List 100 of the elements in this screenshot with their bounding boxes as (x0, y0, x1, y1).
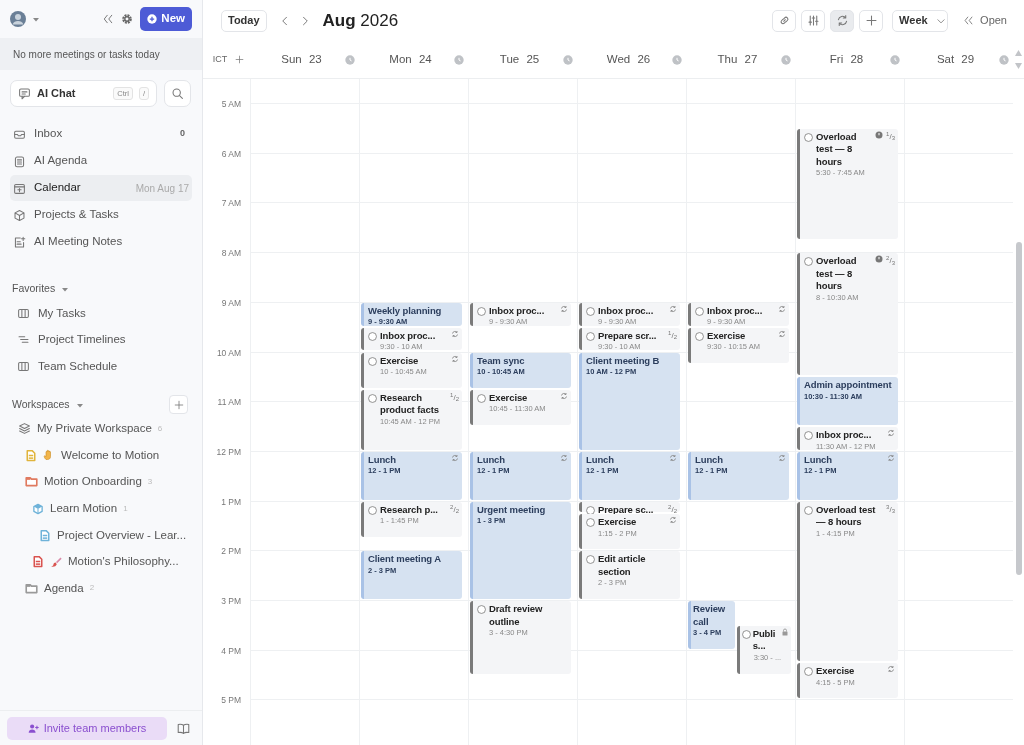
clock-icon[interactable] (781, 54, 791, 65)
scrollbar-thumb[interactable] (1016, 242, 1022, 575)
checkbox[interactable] (368, 356, 377, 366)
checkbox[interactable] (695, 306, 704, 316)
event-title: Lunch (804, 453, 833, 467)
tree-item[interactable]: Learn Motion 1 (0, 495, 202, 522)
hour-label: 4 PM (221, 644, 241, 658)
event-title: Edit article section (598, 553, 647, 579)
event-title: Client meeting B (586, 354, 661, 367)
layers-icon (18, 422, 31, 436)
checkbox[interactable] (804, 667, 813, 677)
checkbox[interactable] (368, 331, 377, 341)
sync-icon (835, 14, 849, 27)
hour-label: 5 PM (221, 694, 241, 708)
event-title: Inbox proc... (707, 304, 764, 318)
checkbox[interactable] (586, 518, 595, 527)
checkbox[interactable] (586, 331, 595, 341)
clock-icon[interactable] (999, 54, 1009, 65)
nav-item[interactable]: Calendar Mon Aug 17 (10, 175, 192, 201)
item-label: Agenda (44, 580, 84, 596)
checkbox[interactable] (741, 629, 751, 639)
checkbox[interactable] (477, 306, 486, 316)
expand-icon (963, 15, 975, 26)
nav-item[interactable]: Projects & Tasks (10, 202, 192, 228)
book-icon[interactable] (177, 722, 190, 735)
toolbar-button[interactable] (772, 9, 797, 32)
event-title: Inbox proc... (816, 429, 873, 442)
new-button[interactable]: New (140, 7, 192, 31)
clock-icon[interactable] (890, 54, 900, 65)
day-label: Sun 23 (280, 51, 323, 67)
checkbox[interactable] (804, 431, 813, 441)
clipboard-icon (13, 154, 26, 168)
event-title: Client meeting A (368, 553, 442, 566)
view-dropdown[interactable]: Week (892, 9, 949, 32)
checkbox[interactable] (804, 257, 813, 267)
settings-icon[interactable] (120, 12, 135, 26)
checkbox[interactable] (804, 132, 813, 142)
event-title: Lunch (695, 453, 724, 467)
scroll-up-icon[interactable] (1015, 50, 1022, 56)
nav-item[interactable]: AI Agenda (10, 148, 192, 174)
avatar[interactable] (10, 11, 26, 27)
chat-label: AI Chat (37, 86, 77, 102)
section-title: Workspaces (12, 396, 70, 412)
checkbox[interactable] (804, 505, 813, 515)
nav-item[interactable]: AI Meeting Notes (10, 229, 192, 255)
board-icon (17, 306, 30, 320)
checkbox[interactable] (477, 605, 486, 614)
event-title: Weekly planning (368, 304, 443, 318)
toolbar-button[interactable] (801, 9, 826, 32)
invite-button[interactable]: Invite team members (7, 717, 167, 740)
favorite-item[interactable]: Project Timelines (0, 326, 202, 353)
today-button[interactable]: Today (221, 9, 267, 32)
checkbox[interactable] (586, 505, 595, 515)
scroll-down-icon[interactable] (1015, 63, 1022, 69)
cube-icon (13, 208, 26, 222)
event-title: Lunch (477, 453, 506, 467)
nav-item[interactable]: Inbox 0 (10, 121, 192, 147)
checkbox[interactable] (586, 555, 595, 565)
checkbox[interactable] (368, 393, 377, 403)
progress-fraction: $^{3}$/$_{3}$ (886, 503, 895, 516)
toolbar-button[interactable] (830, 9, 855, 32)
checkbox[interactable] (695, 331, 704, 341)
progress-fraction: $^{2}$/$_{3}$ (886, 255, 895, 268)
day-label: Tue 25 (498, 51, 541, 67)
tree-item[interactable]: Motion's Philosophy... (0, 548, 202, 576)
checkbox[interactable] (477, 393, 486, 403)
search-button[interactable] (164, 80, 191, 107)
tree-item[interactable]: Welcome to Motion (0, 442, 202, 469)
event-title: Exercise (598, 516, 638, 529)
collapse-icon[interactable] (102, 13, 115, 25)
month-title: Aug 2026 (322, 9, 399, 32)
caret-icon[interactable] (32, 15, 40, 23)
event-title: Lunch (586, 453, 615, 467)
chat-icon (18, 87, 31, 100)
plus-icon (864, 14, 878, 27)
event-title: Exercise (816, 665, 856, 678)
timezone-label: ICT (212, 52, 228, 66)
progress-fraction: $^{1}$/$_{2}$ (450, 391, 459, 404)
item-label: Project Overview - Lear... (57, 527, 187, 543)
day-label: Thu 27 (716, 51, 759, 67)
favorite-item[interactable]: My Tasks (0, 300, 202, 327)
favorite-item[interactable]: Team Schedule (0, 353, 202, 380)
clock-icon[interactable] (454, 54, 464, 65)
checkbox[interactable] (586, 306, 595, 316)
event-title: Admin appointment (804, 379, 893, 392)
caret-icon[interactable] (61, 285, 70, 293)
clock-icon[interactable] (672, 54, 682, 65)
tree-item[interactable]: Project Overview - Lear... (0, 521, 202, 549)
checkbox[interactable] (368, 505, 377, 515)
plus-icon[interactable] (235, 55, 245, 64)
toolbar-button[interactable] (859, 9, 884, 32)
hour-label: 5 AM (221, 98, 241, 111)
hour-label: 7 AM (221, 197, 241, 211)
add-button[interactable] (169, 395, 188, 414)
clock-icon[interactable] (563, 54, 573, 65)
open-button[interactable]: Open (963, 12, 1007, 29)
hour-label: 3 PM (221, 595, 241, 608)
clock-icon[interactable] (345, 54, 355, 65)
event-title: Inbox proc... (380, 329, 437, 343)
event-title: Publis... (752, 627, 777, 653)
